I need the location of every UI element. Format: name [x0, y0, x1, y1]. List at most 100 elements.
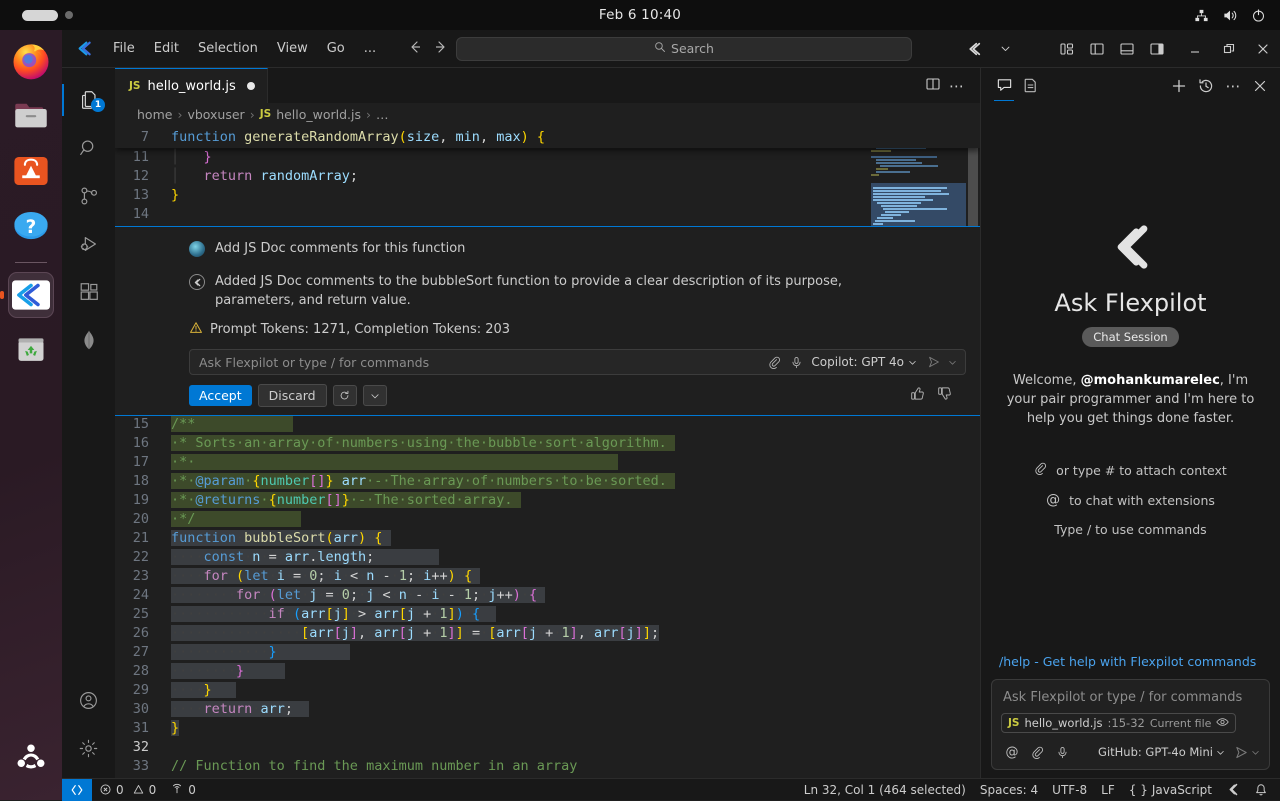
- code-line[interactable]: 24 ········for·(let·j·=·0;·j·<·n·-·i·-·1…: [115, 586, 980, 605]
- tab-chat-view[interactable]: [991, 68, 1017, 103]
- chat-help-link[interactable]: /help - Get help with Flexpilot commands: [999, 654, 1256, 679]
- code-line[interactable]: 15 /**: [115, 415, 980, 434]
- inline-chat-input[interactable]: Ask Flexpilot or type / for commands Cop…: [189, 349, 966, 375]
- command-center-search[interactable]: Search: [456, 37, 912, 61]
- sidebar-item-search[interactable]: [62, 124, 115, 172]
- code-line[interactable]: 28 ········}: [115, 662, 980, 681]
- code-line[interactable]: 21 function·bubbleSort(arr)·{: [115, 529, 980, 548]
- chat-history-icon[interactable]: [1194, 74, 1218, 98]
- inline-chat-widget[interactable]: Add JS Doc comments for this function Ad…: [115, 226, 980, 416]
- status-encoding[interactable]: UTF-8: [1045, 779, 1094, 801]
- dock-item-flexpilot-vscode[interactable]: [8, 272, 54, 318]
- code-line[interactable]: 19 ·*·@returns·{number[]}·-·The·sorted·a…: [115, 491, 980, 510]
- chevron-down-icon[interactable]: [990, 30, 1020, 68]
- menu-view[interactable]: View: [268, 38, 317, 59]
- menu-file[interactable]: File: [104, 38, 144, 59]
- dock-item-firefox[interactable]: [8, 38, 54, 84]
- code-line[interactable]: 23 ····for·(let·i·=·0;·i·<·n·-·1;·i++)·{: [115, 567, 980, 586]
- power-icon[interactable]: [1251, 8, 1266, 23]
- status-eol[interactable]: LF: [1094, 779, 1122, 801]
- discard-button[interactable]: Discard: [258, 384, 327, 407]
- toggle-secondary-sidebar-icon[interactable]: [1142, 30, 1172, 68]
- status-cursor-position[interactable]: Ln 32, Col 1 (464 selected): [797, 779, 973, 801]
- status-remote-indicator[interactable]: [62, 779, 92, 801]
- code-line[interactable]: 29 ····}: [115, 681, 980, 700]
- breadcrumb-file[interactable]: hello_world.js: [276, 107, 361, 122]
- os-system-tray[interactable]: [1194, 8, 1266, 23]
- notifications-bell-icon[interactable]: [1247, 779, 1280, 801]
- attach-icon[interactable]: [763, 351, 785, 373]
- thumbs-up-icon[interactable]: [910, 386, 925, 405]
- status-flexpilot-icon[interactable]: [1219, 779, 1247, 801]
- menu-edit[interactable]: Edit: [145, 38, 188, 59]
- editor-scrollbar[interactable]: [966, 125, 980, 778]
- breadcrumb-vboxuser[interactable]: vboxuser: [187, 107, 244, 122]
- close-icon[interactable]: [1248, 74, 1272, 98]
- sidebar-item-extensions[interactable]: [62, 268, 115, 316]
- unsaved-indicator-icon[interactable]: [247, 82, 255, 90]
- accept-button[interactable]: Accept: [189, 385, 252, 406]
- rerun-icon[interactable]: [333, 385, 357, 406]
- customize-layout-icon[interactable]: [1052, 30, 1082, 68]
- status-indentation[interactable]: Spaces: 4: [973, 779, 1045, 801]
- code-line[interactable]: 11 │ }: [115, 148, 980, 167]
- code-line[interactable]: 30 ····return·arr;: [115, 700, 980, 719]
- code-line[interactable]: 20 ·*/: [115, 510, 980, 529]
- code-line[interactable]: 26 ················[arr[j],·arr[j·+·1]]·…: [115, 624, 980, 643]
- navigation-arrows[interactable]: [407, 39, 449, 59]
- new-chat-icon[interactable]: [1167, 74, 1191, 98]
- attach-icon[interactable]: [1026, 741, 1048, 763]
- volume-icon[interactable]: [1222, 8, 1238, 23]
- sidebar-item-source-control[interactable]: [62, 172, 115, 220]
- sidebar-item-run-and-debug[interactable]: [62, 220, 115, 268]
- code-line[interactable]: 32: [115, 738, 980, 757]
- go-forward-icon[interactable]: [433, 39, 449, 59]
- more-options-chevron-icon[interactable]: [363, 385, 387, 406]
- mic-icon[interactable]: [785, 351, 807, 373]
- breadcrumb-symbol[interactable]: …: [376, 107, 389, 122]
- chat-more-actions-icon[interactable]: ⋯: [1221, 74, 1245, 98]
- accounts-icon[interactable]: [62, 676, 115, 724]
- code-line[interactable]: 14: [115, 205, 980, 224]
- editor-tab-hello-world[interactable]: JS hello_world.js: [115, 68, 268, 103]
- more-actions-icon[interactable]: ⋯: [945, 80, 968, 92]
- menu-selection[interactable]: Selection: [189, 38, 267, 59]
- tab-edits-view[interactable]: [1017, 68, 1043, 103]
- sidebar-item-mongodb[interactable]: [62, 316, 115, 364]
- network-icon[interactable]: [1194, 8, 1209, 23]
- code-line[interactable]: 34 function findMax(arr) {: [115, 776, 980, 778]
- status-ports[interactable]: 0: [163, 779, 203, 801]
- menu-more[interactable]: ...: [355, 38, 385, 59]
- inline-chat-model-picker[interactable]: Copilot: GPT 4o: [811, 355, 917, 369]
- settings-gear-icon[interactable]: [62, 724, 115, 772]
- minimap[interactable]: [871, 125, 966, 778]
- dock-item-files[interactable]: [8, 93, 54, 139]
- status-problems[interactable]: 0 0: [92, 779, 163, 801]
- code-line[interactable]: 25 ············if·(arr[j]·>·arr[j·+·1])·…: [115, 605, 980, 624]
- go-back-icon[interactable]: [407, 39, 423, 59]
- flexpilot-menu-icon[interactable]: [960, 30, 990, 68]
- dock-show-applications[interactable]: [8, 735, 54, 781]
- code-line[interactable]: 12 │ return randomArray;: [115, 167, 980, 186]
- toggle-primary-sidebar-icon[interactable]: [1082, 30, 1112, 68]
- code-line[interactable]: 13 }: [115, 186, 980, 205]
- mic-icon[interactable]: [1051, 741, 1073, 763]
- code-line[interactable]: 17 ·*·: [115, 453, 980, 472]
- window-minimize-button[interactable]: [1178, 30, 1212, 68]
- code-line[interactable]: 16 ·* Sorts·an·array·of·numbers·using·th…: [115, 434, 980, 453]
- menu-bar[interactable]: File Edit Selection View Go ...: [104, 38, 385, 59]
- menu-go[interactable]: Go: [318, 38, 354, 59]
- eye-icon[interactable]: [1216, 716, 1229, 730]
- chat-context-chip[interactable]: JS hello_world.js :15-32 Current file: [1001, 713, 1236, 733]
- toggle-panel-icon[interactable]: [1112, 30, 1142, 68]
- breadcrumb-home[interactable]: home: [137, 107, 172, 122]
- sidebar-item-explorer[interactable]: 1: [62, 76, 115, 124]
- code-editor[interactable]: 7 function generateRandomArray(size, min…: [115, 125, 980, 778]
- dock-item-trash[interactable]: [8, 327, 54, 373]
- sticky-scroll-line[interactable]: 7 function generateRandomArray(size, min…: [115, 125, 980, 148]
- window-restore-button[interactable]: [1212, 30, 1246, 68]
- send-options-chevron-icon[interactable]: [945, 351, 959, 373]
- split-editor-icon[interactable]: [925, 76, 941, 96]
- dock-item-software[interactable]: [8, 148, 54, 194]
- chat-send-button[interactable]: [1234, 745, 1260, 760]
